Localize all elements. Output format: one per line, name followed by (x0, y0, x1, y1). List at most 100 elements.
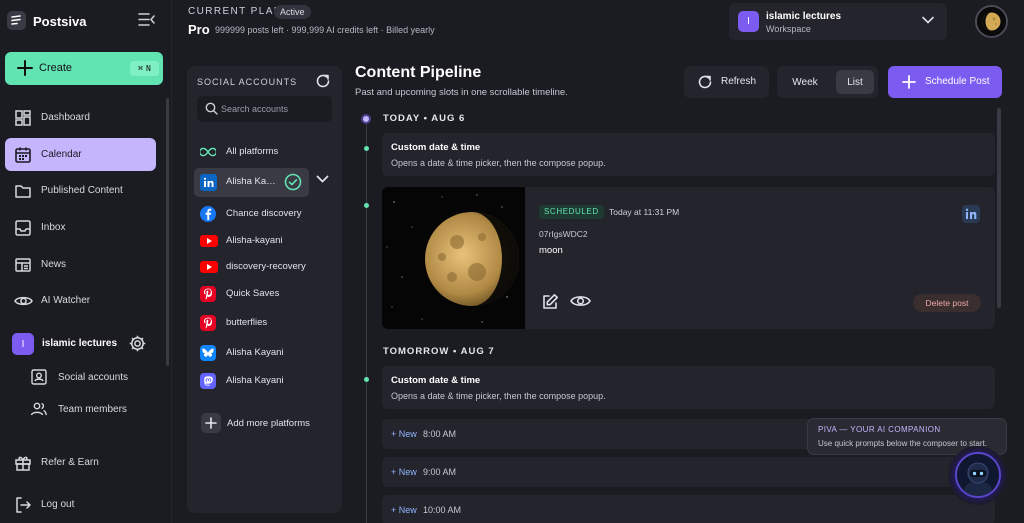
page-subtitle: Past and upcoming slots in one scrollabl… (355, 87, 568, 98)
search-icon (205, 102, 218, 115)
pinterest-icon (200, 286, 216, 302)
view-week-button[interactable]: Week (782, 70, 828, 94)
robot-icon (955, 452, 1001, 498)
workspace-name[interactable]: islamic lectures (42, 338, 117, 349)
shortcut-mod: ⌘ (138, 64, 143, 73)
nav-logout[interactable]: Log out (5, 488, 156, 521)
plus-icon (16, 59, 34, 77)
gear-icon[interactable] (128, 334, 147, 353)
account-bluesky-alisha-kayani[interactable]: Alisha Kayani (194, 340, 310, 366)
collapse-sidebar-icon[interactable] (138, 12, 155, 27)
edit-icon[interactable] (541, 293, 559, 311)
post-time: Today at 11:31 PM (609, 207, 680, 217)
create-shortcut: ⌘ N (130, 61, 159, 76)
nav-refer-label: Refer & Earn (41, 457, 99, 468)
add-more-platforms-label: Add more platforms (227, 418, 310, 429)
app-root: Postsiva Create ⌘ N Dashboard Calendar Pu… (0, 0, 1024, 523)
day-label-tomorrow: TOMORROW • AUG 7 (383, 346, 495, 357)
schedule-post-button[interactable]: Schedule Post (888, 66, 1002, 98)
sidebar-scrollbar[interactable] (166, 98, 169, 366)
plus-icon (901, 74, 917, 90)
nav-published-label: Published Content (41, 185, 123, 196)
mastodon-icon (200, 373, 216, 389)
new-slot-time: 10:00 AM (423, 505, 462, 515)
search-accounts-input[interactable] (221, 102, 329, 116)
infinity-icon (200, 144, 216, 160)
account-pinterest-quick-saves[interactable]: Quick Saves (194, 281, 310, 307)
nav-ai-watcher[interactable]: AI Watcher (5, 284, 156, 317)
search-accounts-box[interactable] (197, 96, 332, 122)
custom-slot-desc: Opens a date & time picker, then the com… (391, 158, 606, 168)
nav-news[interactable]: News (5, 248, 156, 281)
chevron-down-icon (922, 15, 934, 25)
contact-card-icon (30, 368, 48, 386)
new-slot-plus: + New (391, 467, 417, 477)
custom-slot-today[interactable]: Custom date & time Opens a date & time p… (382, 133, 995, 176)
eye-icon (14, 292, 33, 310)
timeline-dot (364, 203, 369, 208)
refresh-button[interactable]: Refresh (684, 66, 769, 98)
inbox-icon (14, 219, 32, 237)
refresh-icon[interactable] (315, 73, 331, 89)
logo-icon (7, 11, 26, 30)
account-youtube-alisha-kayani[interactable]: Alisha-kayani (194, 228, 310, 254)
nav-calendar[interactable]: Calendar (5, 138, 156, 171)
day-label-today: TODAY • AUG 6 (383, 113, 466, 124)
nav-inbox-label: Inbox (41, 222, 66, 233)
custom-slot-tomorrow[interactable]: Custom date & time Opens a date & time p… (382, 366, 995, 409)
custom-slot-title: Custom date & time (391, 375, 481, 386)
nav-calendar-label: Calendar (41, 149, 82, 160)
account-label: discovery-recovery (226, 261, 306, 272)
create-label: Create (39, 62, 73, 74)
logout-icon (14, 496, 32, 514)
linkedin-icon (962, 205, 980, 223)
delete-post-button[interactable]: Delete post (913, 294, 981, 312)
chevron-down-icon[interactable] (316, 173, 329, 185)
account-label: Alisha Kayani (226, 375, 284, 386)
account-pinterest-butterflies[interactable]: butterflies (194, 310, 310, 336)
nav-published-content[interactable]: Published Content (5, 174, 156, 207)
profile-avatar[interactable] (975, 5, 1008, 38)
nav-refer-earn[interactable]: Refer & Earn (5, 446, 156, 479)
eye-icon[interactable] (570, 293, 591, 309)
refresh-icon (697, 74, 713, 90)
create-button[interactable]: Create ⌘ N (5, 52, 163, 85)
account-youtube-discovery-recovery[interactable]: discovery-recovery (194, 254, 310, 280)
account-mastodon-alisha-kayani[interactable]: Alisha Kayani (194, 368, 310, 394)
app-name: Postsiva (33, 14, 87, 29)
plan-detail: 999999 posts left · 999,999 AI credits l… (215, 25, 435, 35)
nav-dashboard[interactable]: Dashboard (5, 101, 156, 134)
add-more-platforms-button[interactable]: Add more platforms (197, 411, 337, 435)
workspace-selector[interactable]: I islamic lectures Workspace (729, 3, 947, 40)
main-scrollbar[interactable] (997, 108, 1001, 308)
view-toggle: Week List (777, 66, 878, 98)
gift-icon (14, 454, 32, 472)
account-label: Alisha Kayani (226, 347, 284, 358)
check-circle-icon (284, 173, 302, 191)
sub-team-members-label: Team members (58, 404, 127, 415)
today-marker (361, 114, 371, 124)
account-all-platforms[interactable]: All platforms (194, 139, 310, 165)
linkedin-icon (200, 174, 217, 191)
page-title: Content Pipeline (355, 64, 482, 81)
new-slot-plus: + New (391, 429, 417, 439)
workspace-avatar[interactable]: I (12, 333, 34, 355)
new-slot-10am[interactable]: + New 10:00 AM (382, 495, 995, 523)
new-slot-time: 8:00 AM (423, 429, 457, 439)
custom-slot-title: Custom date & time (391, 142, 481, 153)
ai-companion-title: PIVA — YOUR AI COMPANION (818, 425, 941, 434)
account-label: Alisha Kayani (226, 176, 280, 187)
account-label: All platforms (226, 146, 279, 157)
nav-logout-label: Log out (41, 499, 75, 510)
folder-icon (14, 182, 32, 200)
new-slot-9am[interactable]: + New 9:00 AM (382, 457, 995, 487)
nav-inbox[interactable]: Inbox (5, 211, 156, 244)
schedule-post-label: Schedule Post (925, 76, 990, 87)
workspace-selector-type: Workspace (766, 24, 811, 34)
post-card[interactable]: SCHEDULED Today at 11:31 PM 07rIgsWDC2 m… (382, 187, 995, 329)
view-list-button[interactable]: List (836, 70, 874, 94)
post-text: moon (539, 245, 563, 256)
ai-companion-button[interactable] (948, 446, 1007, 505)
account-facebook-chance-discovery[interactable]: Chance discovery (194, 201, 310, 227)
youtube-icon (200, 261, 218, 273)
